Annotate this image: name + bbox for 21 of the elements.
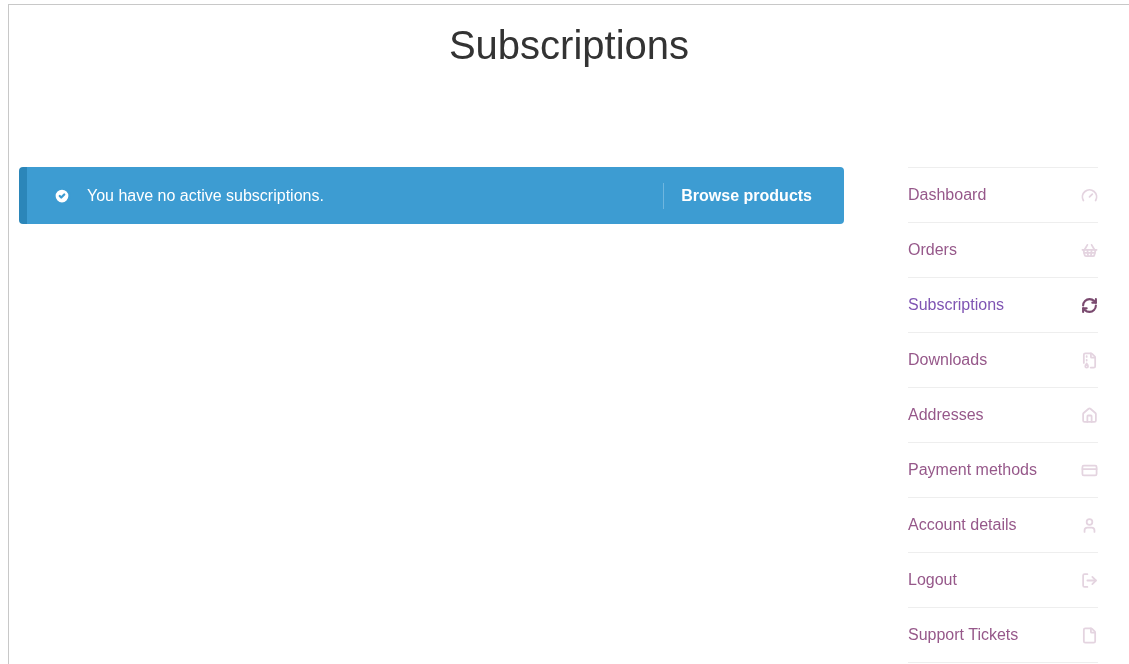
account-nav-link[interactable]: Payment methods — [908, 458, 1037, 482]
account-nav-link[interactable]: Account details — [908, 513, 1017, 537]
gauge-icon — [1081, 186, 1098, 204]
archive-file-icon — [1081, 351, 1098, 369]
account-nav-link[interactable]: Dashboard — [908, 183, 987, 207]
check-circle-icon — [53, 186, 71, 205]
refresh-icon — [1081, 296, 1098, 314]
house-icon — [1081, 406, 1098, 424]
account-nav-link[interactable]: Subscriptions — [908, 293, 1005, 317]
basket-icon — [1081, 241, 1098, 259]
account-nav-link[interactable]: Support Tickets — [908, 623, 1019, 647]
user-icon — [1081, 516, 1098, 534]
browse-products-link[interactable]: Browse products — [681, 183, 812, 208]
account-nav-link[interactable]: Logout — [908, 568, 957, 592]
account-nav-link[interactable]: Downloads — [908, 348, 988, 372]
account-nav-link[interactable]: Addresses — [908, 403, 984, 427]
notice-message: You have no active subscriptions. — [87, 185, 325, 206]
account-nav-link[interactable]: Orders — [908, 238, 957, 262]
logout-icon — [1081, 571, 1098, 589]
file-icon — [1081, 626, 1098, 644]
page-title: Subscriptions — [448, 22, 690, 65]
